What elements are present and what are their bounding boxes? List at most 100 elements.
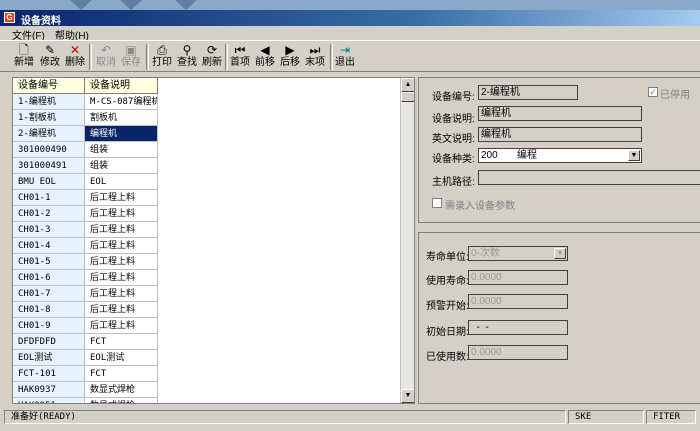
exit-button[interactable]: ⇥ 退出: [331, 43, 359, 71]
table-row[interactable]: EOL测试 EOL测试: [13, 350, 158, 366]
cell-device-desc[interactable]: 后工程上料: [85, 286, 158, 302]
table-row[interactable]: FCT-101 FCT: [13, 366, 158, 382]
cell-device-code[interactable]: 2-编程机: [13, 126, 85, 142]
table-row[interactable]: 1-割板机 割板机: [13, 110, 158, 126]
cell-device-code[interactable]: 1-割板机: [13, 110, 85, 126]
cell-device-code[interactable]: CH01-8: [13, 302, 85, 318]
table-row[interactable]: CH01-1 后工程上料: [13, 190, 158, 206]
cell-device-code[interactable]: CH01-1: [13, 190, 85, 206]
cell-device-code[interactable]: CH01-5: [13, 254, 85, 270]
table-row[interactable]: CH01-8 后工程上料: [13, 302, 158, 318]
table-row[interactable]: CH01-7 后工程上料: [13, 286, 158, 302]
desc-label: 设备说明:: [432, 114, 475, 125]
cell-device-desc[interactable]: 后工程上料: [85, 254, 158, 270]
delete-icon: ✕: [69, 43, 81, 57]
cell-device-desc[interactable]: EOL: [85, 174, 158, 190]
table-row[interactable]: HAK0937 数显式焊枪: [13, 382, 158, 398]
table-row[interactable]: CH01-4 后工程上料: [13, 238, 158, 254]
edit-button[interactable]: ✎ 修改: [36, 43, 64, 71]
cell-device-code[interactable]: CH01-7: [13, 286, 85, 302]
cell-device-desc[interactable]: 后工程上料: [85, 270, 158, 286]
table-row[interactable]: CH01-9 后工程上料: [13, 318, 158, 334]
header-device-code[interactable]: 设备编号: [13, 78, 85, 93]
table-row[interactable]: 1-编程机 M-CS-087编程机: [13, 94, 158, 110]
cell-device-desc[interactable]: 后工程上料: [85, 206, 158, 222]
used-field[interactable]: 0.0000: [468, 345, 568, 360]
en-desc-field[interactable]: 编程机: [478, 127, 642, 142]
print-button[interactable]: ⎙ 打印: [148, 43, 176, 71]
save-button[interactable]: ▣ 保存: [117, 43, 145, 71]
init-date-field[interactable]: - -: [468, 320, 568, 335]
desktop-decoration: [70, 0, 92, 10]
cell-device-desc[interactable]: 后工程上料: [85, 238, 158, 254]
table-row[interactable]: CH01-2 后工程上料: [13, 206, 158, 222]
cell-device-desc[interactable]: M-CS-087编程机: [85, 94, 158, 110]
table-row[interactable]: BMU EOL EOL: [13, 174, 158, 190]
scroll-thumb[interactable]: [401, 92, 414, 102]
delete-button[interactable]: ✕ 删除: [61, 43, 89, 71]
cell-device-code[interactable]: CH01-4: [13, 238, 85, 254]
cell-device-desc[interactable]: 后工程上料: [85, 190, 158, 206]
table-row[interactable]: CH01-5 后工程上料: [13, 254, 158, 270]
last-button[interactable]: ⏭ 末项: [301, 43, 329, 71]
desc-field[interactable]: 编程机: [478, 106, 642, 121]
next-button[interactable]: ▶ 后移: [276, 43, 304, 71]
cell-device-desc[interactable]: 组装: [85, 142, 158, 158]
cell-device-desc[interactable]: 割板机: [85, 110, 158, 126]
cell-device-code[interactable]: CH01-9: [13, 318, 85, 334]
first-button[interactable]: ⏮ 首项: [226, 43, 254, 71]
table-row[interactable]: 301000490 组装: [13, 142, 158, 158]
grid-scrollbar[interactable]: ▲ ▼: [400, 78, 414, 403]
life-unit-select[interactable]: 0-次数 ▼: [468, 246, 568, 261]
refresh-icon: ⟳: [206, 43, 218, 57]
scroll-down-button[interactable]: ▼: [401, 389, 414, 403]
cell-device-desc[interactable]: FCT: [85, 334, 158, 350]
cell-device-code[interactable]: DFDFDFD: [13, 334, 85, 350]
cell-device-code[interactable]: CH01-6: [13, 270, 85, 286]
header-device-desc[interactable]: 设备说明: [85, 78, 158, 93]
cell-device-code[interactable]: EOL测试: [13, 350, 85, 366]
next-record-icon: ▶: [285, 43, 295, 57]
cell-device-code[interactable]: 1-编程机: [13, 94, 85, 110]
life-field[interactable]: 0.0000: [468, 270, 568, 285]
cell-device-desc[interactable]: EOL测试: [85, 350, 158, 366]
cell-device-desc[interactable]: 数显式焊枪: [85, 398, 158, 403]
table-row[interactable]: CH01-6 后工程上料: [13, 270, 158, 286]
scroll-up-button[interactable]: ▲: [401, 78, 414, 92]
dropdown-arrow-icon[interactable]: ▼: [628, 150, 640, 161]
last-record-icon: ⏭: [309, 43, 321, 57]
device-grid[interactable]: 设备编号 设备说明 1-编程机 M-CS-087编程机 1-割板机 割板机 2-编程机编…: [12, 77, 415, 404]
table-row[interactable]: HAK0951数显式焊枪: [13, 398, 158, 403]
cancel-button[interactable]: ↶ 取消: [92, 43, 120, 71]
prev-button[interactable]: ◀ 前移: [251, 43, 279, 71]
new-button[interactable]: 🗋 新增: [10, 43, 38, 71]
table-row[interactable]: DFDFDFD FCT: [13, 334, 158, 350]
cell-device-code[interactable]: 301000491: [13, 158, 85, 174]
table-row[interactable]: CH01-3 后工程上料: [13, 222, 158, 238]
cell-device-desc[interactable]: 数显式焊枪: [85, 382, 158, 398]
cell-device-desc[interactable]: 后工程上料: [85, 302, 158, 318]
cell-device-code[interactable]: BMU EOL: [13, 174, 85, 190]
cell-device-desc[interactable]: 后工程上料: [85, 222, 158, 238]
cell-device-code[interactable]: HAK0937: [13, 382, 85, 398]
cell-device-desc[interactable]: 组装: [85, 158, 158, 174]
cell-device-desc[interactable]: 后工程上料: [85, 318, 158, 334]
code-field[interactable]: 2-编程机: [478, 85, 578, 100]
record-params-checkbox[interactable]: [432, 198, 442, 208]
cell-device-code[interactable]: FCT-101: [13, 366, 85, 382]
refresh-button[interactable]: ⟳ 刷新: [198, 43, 226, 71]
type-select[interactable]: 200 编程 ▼: [478, 148, 642, 163]
warn-field[interactable]: 0.0000: [468, 294, 568, 309]
cell-device-code[interactable]: CH01-2: [13, 206, 85, 222]
host-path-field[interactable]: [478, 170, 700, 185]
disabled-checkbox[interactable]: ✓: [648, 87, 658, 97]
table-row[interactable]: 2-编程机 编程机: [13, 126, 158, 142]
cell-device-desc[interactable]: FCT: [85, 366, 158, 382]
cell-device-code[interactable]: HAK0951: [13, 398, 85, 403]
cell-device-code[interactable]: 301000490: [13, 142, 85, 158]
cell-device-code[interactable]: CH01-3: [13, 222, 85, 238]
find-button[interactable]: ⚲ 查找: [173, 43, 201, 71]
table-row[interactable]: 301000491 组装: [13, 158, 158, 174]
dropdown-arrow-icon[interactable]: ▼: [554, 248, 566, 259]
cell-device-desc[interactable]: 编程机: [85, 126, 158, 142]
